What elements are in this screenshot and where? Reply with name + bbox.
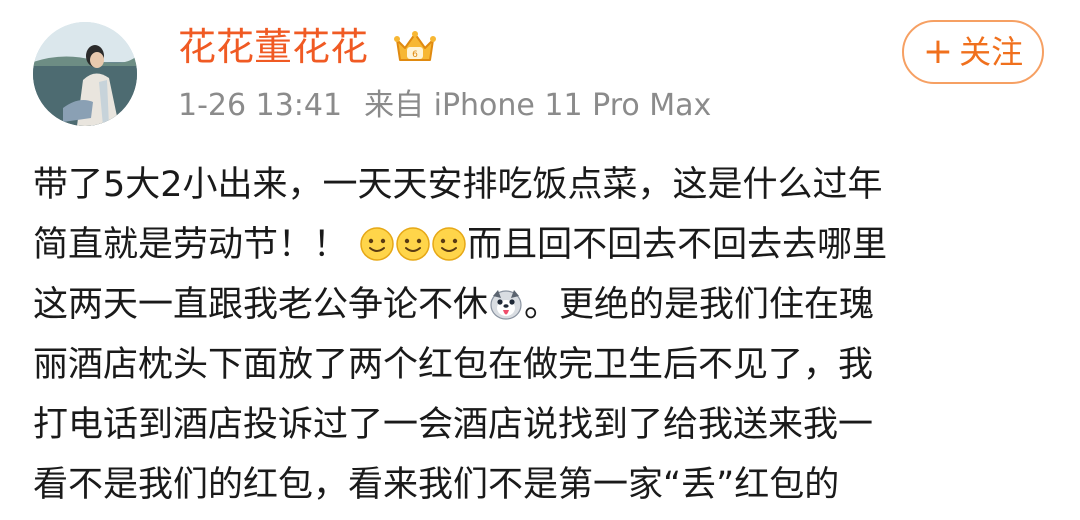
smile-emoji-icon: [395, 226, 431, 262]
content-text: 看不是我们的红包，看来我们不是第一家“丢”红包的: [33, 465, 840, 505]
avatar-photo: [33, 22, 137, 126]
content-text: 打电话到酒店投诉过了一会酒店说找到了给我送来我一: [33, 405, 874, 445]
username[interactable]: 花花董花花: [178, 22, 368, 72]
follow-label: 关注: [959, 33, 1024, 71]
content-text: 。更绝的是我们住在瑰: [524, 285, 875, 325]
svg-text:6: 6: [412, 50, 418, 60]
avatar[interactable]: [33, 22, 137, 126]
content-text: 丽酒店枕头下面放了两个红包在做完卫生后不见了，我: [33, 345, 874, 385]
content-text: 简直就是劳动节！！: [33, 225, 349, 265]
follow-button[interactable]: + 关注: [902, 20, 1044, 84]
post-time: 1-26 13:41: [178, 88, 343, 123]
smile-emoji-icon: [431, 226, 467, 262]
smile-emoji-icon: [359, 226, 395, 262]
content-line: 看不是我们的红包，看来我们不是第一家“丢”红包的: [33, 455, 1053, 515]
content-line: 简直就是劳动节！！ 而且回不回去不回去去哪里: [33, 215, 1053, 275]
content-text: 带了5大2小出来，一天天安排吃饭点菜，这是什么过年: [33, 165, 883, 205]
content-line: 带了5大2小出来，一天天安排吃饭点菜，这是什么过年: [33, 155, 1053, 215]
dog-tongue-emoji-icon: [488, 286, 524, 322]
content-line: 丽酒店枕头下面放了两个红包在做完卫生后不见了，我: [33, 335, 1053, 395]
content-line: 打电话到酒店投诉过了一会酒店说找到了给我送来我一: [33, 395, 1053, 455]
vip-crown-icon[interactable]: 6: [394, 30, 436, 66]
content-text: 而且回不回去不回去去哪里: [467, 225, 888, 265]
post-meta: 1-26 13:41 来自 iPhone 11 Pro Max: [178, 84, 711, 128]
content-line: 这两天一直跟我老公争论不休 。更绝的是我们住在瑰: [33, 275, 1053, 335]
post-content: 带了5大2小出来，一天天安排吃饭点菜，这是什么过年 简直就是劳动节！！ 而且回不…: [33, 155, 1053, 515]
plus-icon: +: [922, 31, 954, 72]
content-text: 这两天一直跟我老公争论不休: [33, 285, 489, 325]
post-source[interactable]: 来自 iPhone 11 Pro Max: [364, 88, 711, 123]
